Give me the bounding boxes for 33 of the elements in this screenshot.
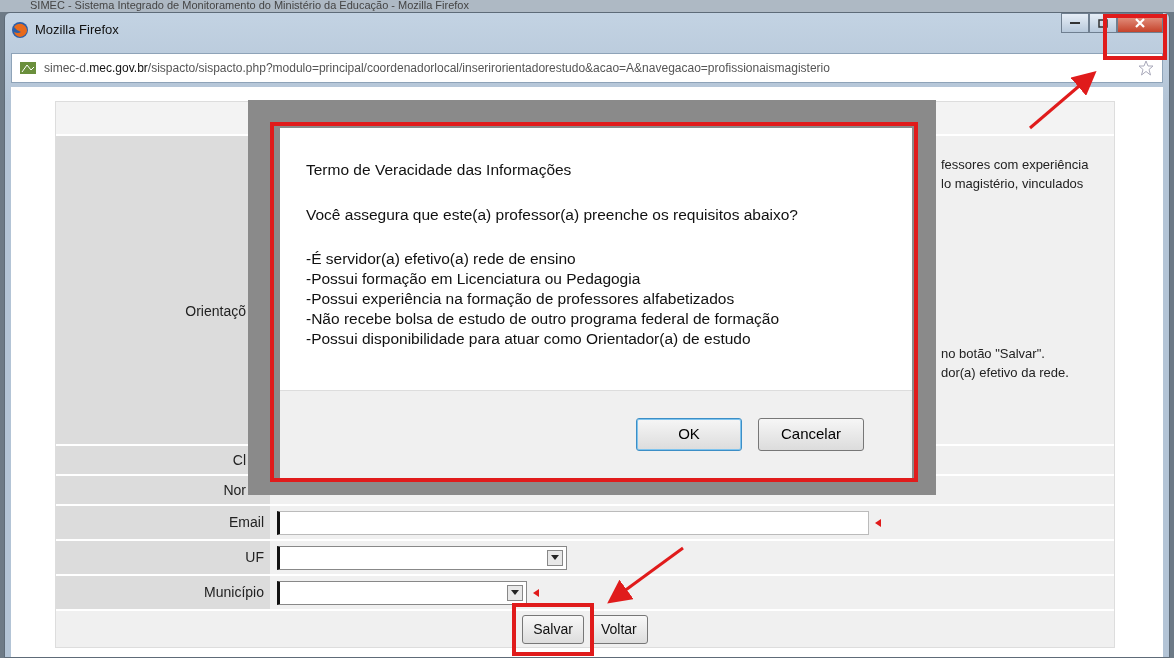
window-title: Mozilla Firefox (35, 21, 119, 40)
window-title: SIMEC - Sistema Integrado de Monitoramento do Ministério da Educação - Mozilla Firefox (0, 0, 1174, 12)
dialog-question: Você assegura que este(a) professor(a) preenche os requisitos abaixo? (306, 205, 799, 226)
caret-icon (551, 555, 559, 560)
maximize-icon (1098, 18, 1108, 28)
description-text: lo magistério, vinculados (941, 175, 1084, 192)
caret-icon (511, 590, 519, 595)
field-label: Nor (56, 476, 270, 504)
requirement-text: -Possui experiência na formação de professores alfabetizados (306, 288, 736, 309)
minimize-button[interactable] (1061, 13, 1089, 33)
minimize-icon (1070, 21, 1080, 25)
save-button[interactable]: Salvar (522, 614, 584, 644)
requirement-text: -Possui formação em Licenciatura ou Pedagogia (306, 268, 642, 289)
requirement-text: -Possui disponibilidade para atuar como Orientador(a) de estudo (306, 328, 752, 349)
close-icon (1135, 18, 1145, 28)
globe-icon (11, 21, 29, 39)
annotation-arrow (1029, 71, 1097, 130)
requirement-text: -É servidor(a) efetivo(a) rede de ensino (306, 248, 577, 269)
email-field[interactable] (277, 510, 869, 535)
star-icon[interactable] (1138, 60, 1154, 76)
city-dropdown[interactable] (277, 580, 527, 605)
ok-button[interactable]: OK (636, 418, 742, 451)
description-text: fessores com experiência (941, 156, 1089, 173)
instruction-text: no botão "Salvar". (941, 345, 1045, 362)
field-label: UF (56, 541, 270, 574)
field-label: Município (56, 576, 270, 609)
instruction-text: dor(a) efetivo da rede. (941, 364, 1069, 381)
dialog-title: Termo de Veracidade das Informações (306, 160, 573, 180)
state-dropdown[interactable] (277, 545, 567, 570)
cancel-button[interactable]: Cancelar (758, 418, 864, 451)
requirement-text: -Não recebe bolsa de estudo de outro programa federal de formação (306, 308, 781, 329)
site-icon (20, 62, 36, 74)
field-label: Email (56, 506, 270, 539)
